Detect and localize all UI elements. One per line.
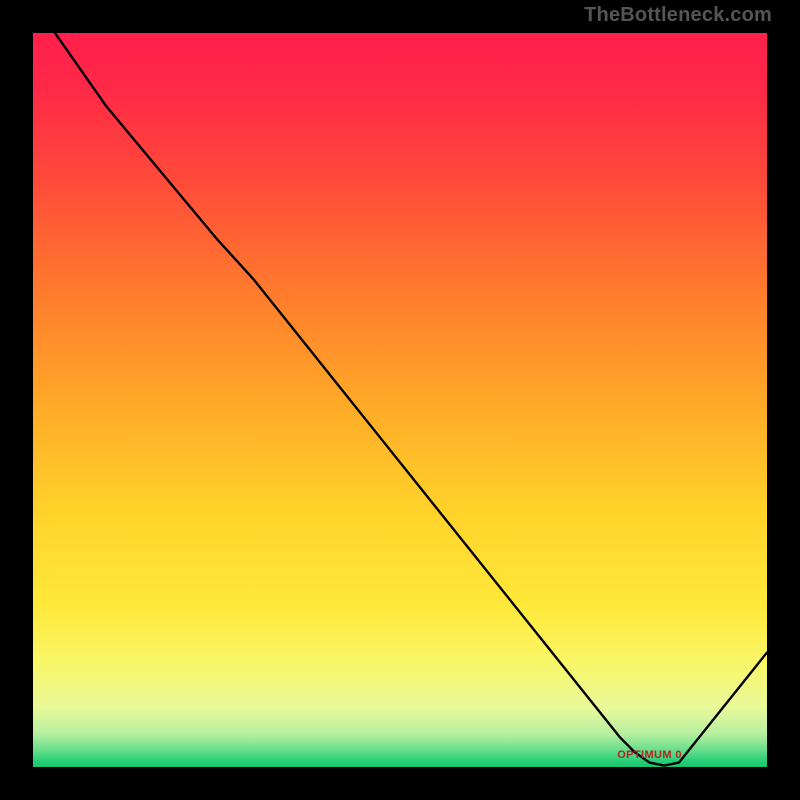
- bottleneck-curve: [33, 33, 767, 767]
- plot-area: OPTIMUM 0: [33, 33, 767, 767]
- chart-container: TheBottleneck.com OPTIMUM 0: [0, 0, 800, 800]
- watermark-text: TheBottleneck.com: [584, 4, 772, 27]
- optimum-label: OPTIMUM 0: [617, 749, 682, 761]
